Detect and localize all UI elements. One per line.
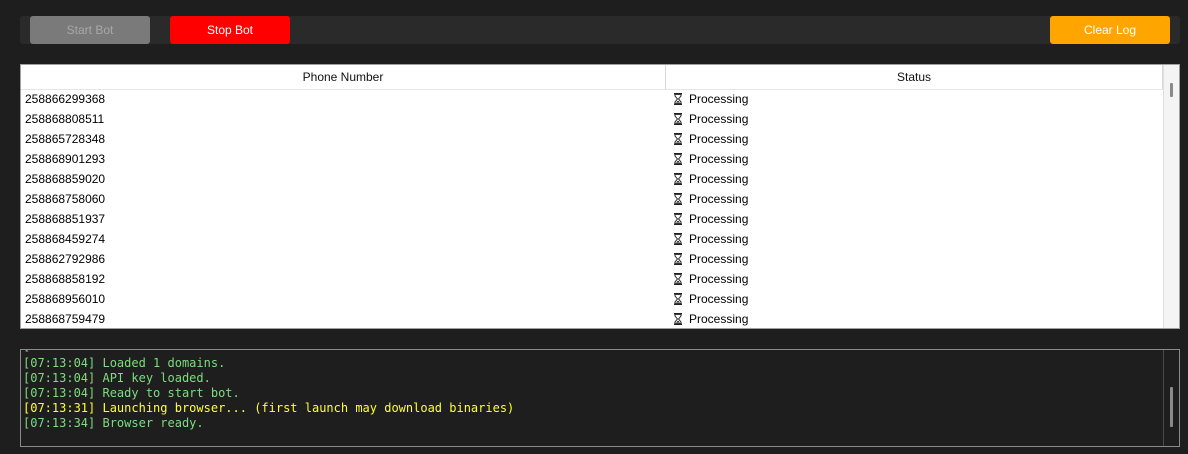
table-row[interactable]: 258868851937 Processing	[21, 209, 1163, 229]
log-panel: [ [07:13:04] Loaded 1 domains.[07:13:04]…	[20, 349, 1180, 447]
status-cell: Processing	[666, 152, 1163, 166]
log-line: [07:13:04] Loaded 1 domains.	[23, 356, 226, 370]
status-cell: Processing	[666, 172, 1163, 186]
status-label: Processing	[689, 252, 749, 266]
status-cell: Processing	[666, 132, 1163, 146]
status-cell: Processing	[666, 272, 1163, 286]
table-header: Phone Number Status	[21, 65, 1163, 90]
phone-number-cell: 258868858192	[25, 272, 106, 286]
status-label: Processing	[689, 192, 749, 206]
table-scrollbar-thumb[interactable]	[1170, 83, 1173, 97]
column-header-phone-number[interactable]: Phone Number	[21, 65, 666, 89]
hourglass-icon	[674, 293, 682, 305]
table-row[interactable]: 258868459274 Processing	[21, 229, 1163, 249]
status-label: Processing	[689, 272, 749, 286]
table-row[interactable]: 258868956010 Processing	[21, 289, 1163, 309]
column-header-status[interactable]: Status	[666, 65, 1163, 89]
hourglass-icon	[674, 193, 682, 205]
phone-number-cell: 258868901293	[25, 152, 106, 166]
phone-number-cell: 258868758060	[25, 192, 106, 206]
status-cell: Processing	[666, 112, 1163, 126]
phone-number-cell: 258866299368	[25, 92, 106, 106]
status-cell: Processing	[666, 92, 1163, 106]
phone-number-cell: 258868759479	[25, 312, 106, 326]
status-label: Processing	[689, 312, 749, 326]
status-cell: Processing	[666, 212, 1163, 226]
status-cell: Processing	[666, 252, 1163, 266]
hourglass-icon	[674, 113, 682, 125]
phone-number-cell: 258868859020	[25, 172, 106, 186]
log-line: [07:13:04] Ready to start bot.	[23, 386, 240, 400]
table-row[interactable]: 258868759479 Processing	[21, 309, 1163, 328]
phone-number-cell: 258868459274	[25, 232, 106, 246]
log-line: [07:13:31] Launching browser... (first l…	[23, 401, 515, 415]
status-label: Processing	[689, 212, 749, 226]
status-cell: Processing	[666, 232, 1163, 246]
status-cell: Processing	[666, 312, 1163, 326]
table-row[interactable]: 258868901293 Processing	[21, 149, 1163, 169]
table-body: 258866299368 Processing 258868808511 Proces…	[21, 89, 1163, 328]
table-row[interactable]: 258866299368 Processing	[21, 89, 1163, 109]
hourglass-icon	[674, 313, 682, 325]
hourglass-icon	[674, 273, 682, 285]
table-row[interactable]: 258862792986 Processing	[21, 249, 1163, 269]
table-row[interactable]: 258868859020 Processing	[21, 169, 1163, 189]
hourglass-icon	[674, 253, 682, 265]
stop-bot-button[interactable]: Stop Bot	[170, 16, 290, 44]
phone-number-cell: 258865728348	[25, 132, 106, 146]
phone-number-cell: 258868808511	[25, 112, 105, 126]
hourglass-icon	[674, 173, 682, 185]
status-cell: Processing	[666, 292, 1163, 306]
toolbar: Start Bot Stop Bot Clear Log	[20, 16, 1180, 44]
phone-number-cell: 258862792986	[25, 252, 106, 266]
phone-status-table: Phone Number Status 258866299368 Processi…	[20, 64, 1180, 329]
start-bot-button[interactable]: Start Bot	[30, 16, 150, 44]
status-label: Processing	[689, 132, 749, 146]
hourglass-icon	[674, 133, 682, 145]
log-lines: [07:13:04] Loaded 1 domains. [07:13:04] A…	[23, 356, 514, 431]
log-vertical-scrollbar[interactable]	[1163, 350, 1179, 446]
status-cell: Processing	[666, 192, 1163, 206]
status-label: Processing	[689, 92, 749, 106]
table-vertical-scrollbar[interactable]	[1163, 65, 1179, 328]
status-label: Processing	[689, 172, 749, 186]
log-scrollbar-thumb[interactable]	[1170, 387, 1173, 427]
table-row[interactable]: 258865728348 Processing	[21, 129, 1163, 149]
hourglass-icon	[674, 93, 682, 105]
status-label: Processing	[689, 292, 749, 306]
table-row[interactable]: 258868758060 Processing	[21, 189, 1163, 209]
hourglass-icon	[674, 153, 682, 165]
hourglass-icon	[674, 213, 682, 225]
status-label: Processing	[689, 112, 749, 126]
hourglass-icon	[674, 233, 682, 245]
status-label: Processing	[689, 152, 749, 166]
status-label: Processing	[689, 232, 749, 246]
clear-log-button[interactable]: Clear Log	[1050, 16, 1170, 44]
phone-number-cell: 258868851937	[25, 212, 106, 226]
log-line: [07:13:34] Browser ready.	[23, 416, 204, 430]
phone-number-cell: 258868956010	[25, 292, 106, 306]
table-row[interactable]: 258868808511 Processing	[21, 109, 1163, 129]
log-line-partial: [	[23, 350, 30, 354]
table-row[interactable]: 258868858192 Processing	[21, 269, 1163, 289]
log-line: [07:13:04] API key loaded.	[23, 371, 211, 385]
